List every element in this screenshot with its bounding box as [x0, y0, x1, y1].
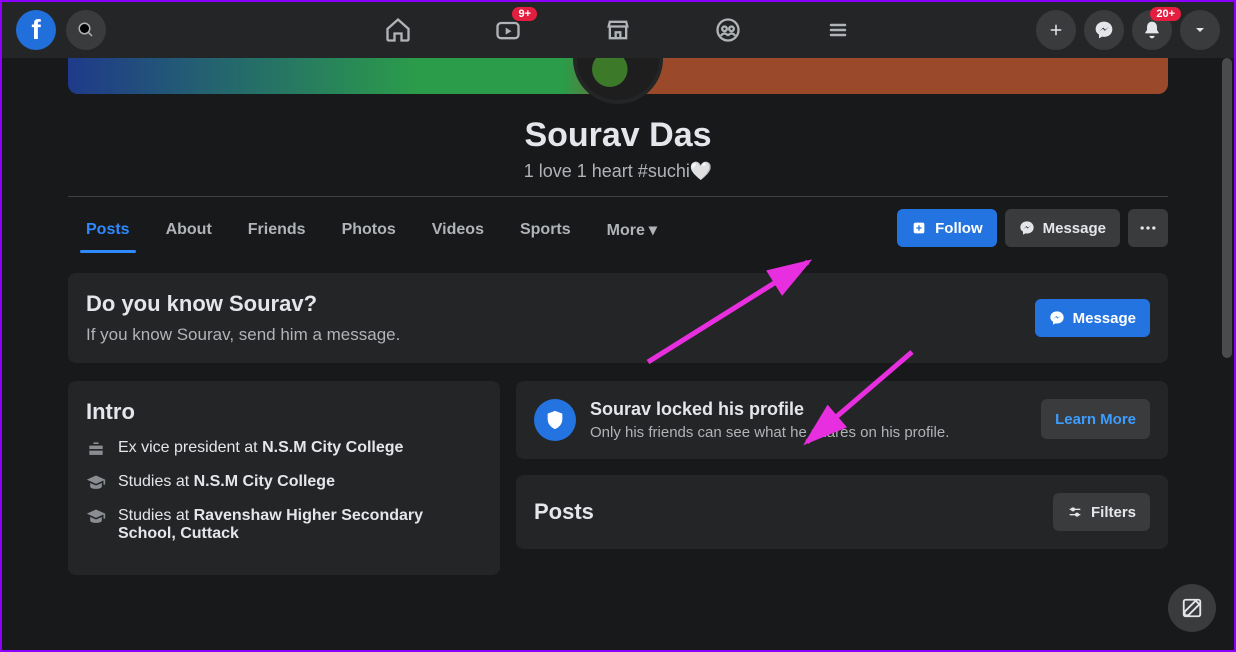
- follow-plus-icon: [911, 220, 927, 236]
- filters-button[interactable]: Filters: [1053, 493, 1150, 531]
- cover-photo[interactable]: [68, 58, 1168, 94]
- profile-picture[interactable]: [573, 58, 663, 104]
- tab-videos[interactable]: Videos: [414, 205, 502, 251]
- nav-marketplace[interactable]: [598, 10, 638, 50]
- shield-icon: [544, 409, 566, 431]
- account-dropdown[interactable]: [1180, 10, 1220, 50]
- search-icon: [77, 21, 95, 39]
- compose-icon: [1181, 597, 1203, 619]
- profile-tabs: Posts About Friends Photos Videos Sports…: [68, 197, 1168, 255]
- tab-about[interactable]: About: [148, 205, 230, 251]
- intro-card: Intro Ex vice president at N.S.M City Co…: [68, 381, 500, 575]
- graduation-cap-icon: [86, 473, 106, 493]
- messenger-icon: [1094, 20, 1114, 40]
- locked-profile-card: Sourav locked his profile Only his frien…: [516, 381, 1168, 459]
- profile-bio: 1 love 1 heart #suchi🤍: [68, 161, 1168, 182]
- plus-icon: [1047, 21, 1065, 39]
- know-prompt-card: Do you know Sourav? If you know Sourav, …: [68, 273, 1168, 363]
- tab-posts[interactable]: Posts: [68, 205, 148, 251]
- center-nav: 9+: [378, 10, 858, 50]
- posts-header-card: Posts Filters: [516, 475, 1168, 549]
- search-button[interactable]: [66, 10, 106, 50]
- topbar: f 9+ 20+: [2, 2, 1234, 58]
- facebook-logo[interactable]: f: [16, 10, 56, 50]
- filters-icon: [1067, 504, 1083, 520]
- notifications-button[interactable]: 20+: [1132, 10, 1172, 50]
- follow-button[interactable]: Follow: [897, 209, 997, 247]
- intro-item-education-1[interactable]: Studies at N.S.M City College: [86, 473, 482, 493]
- prompt-subtitle: If you know Sourav, send him a message.: [86, 325, 400, 345]
- more-options-button[interactable]: [1128, 209, 1168, 247]
- locked-title: Sourav locked his profile: [590, 399, 949, 420]
- tab-more[interactable]: More▾: [589, 204, 675, 252]
- chevron-down-icon: ▾: [649, 222, 657, 239]
- chevron-down-icon: [1192, 22, 1208, 38]
- nav-watch[interactable]: 9+: [488, 10, 528, 50]
- profile-name: Sourav Das: [68, 116, 1168, 155]
- nav-home[interactable]: [378, 10, 418, 50]
- ellipsis-icon: [1138, 218, 1158, 238]
- nav-more-hamburger[interactable]: [818, 10, 858, 50]
- notif-badge: 20+: [1150, 7, 1181, 21]
- edit-fab[interactable]: [1168, 584, 1216, 632]
- prompt-title: Do you know Sourav?: [86, 291, 400, 317]
- profile-content: Sourav Das 1 love 1 heart #suchi🤍 Posts …: [68, 58, 1168, 575]
- intro-item-education-2[interactable]: Studies at Ravenshaw Higher Secondary Sc…: [86, 507, 482, 543]
- messenger-icon: [1019, 220, 1035, 236]
- messenger-icon: [1049, 310, 1065, 326]
- watch-badge: 9+: [512, 7, 537, 21]
- intro-title: Intro: [86, 399, 482, 425]
- briefcase-icon: [86, 439, 106, 459]
- prompt-message-button[interactable]: Message: [1035, 299, 1150, 337]
- intro-item-text: Studies at N.S.M City College: [118, 473, 335, 491]
- intro-item-text: Ex vice president at N.S.M City College: [118, 439, 403, 457]
- message-button[interactable]: Message: [1005, 209, 1120, 247]
- messenger-button[interactable]: [1084, 10, 1124, 50]
- shield-icon-wrapper: [534, 399, 576, 441]
- nav-groups[interactable]: [708, 10, 748, 50]
- graduation-cap-icon: [86, 507, 106, 527]
- scrollbar-thumb[interactable]: [1222, 58, 1232, 358]
- tab-photos[interactable]: Photos: [324, 205, 414, 251]
- locked-subtitle: Only his friends can see what he shares …: [590, 424, 949, 441]
- create-button[interactable]: [1036, 10, 1076, 50]
- intro-item-text: Studies at Ravenshaw Higher Secondary Sc…: [118, 507, 482, 543]
- action-row: Follow Message: [897, 209, 1168, 247]
- posts-title: Posts: [534, 499, 594, 525]
- learn-more-button[interactable]: Learn More: [1041, 399, 1150, 439]
- intro-item-work[interactable]: Ex vice president at N.S.M City College: [86, 439, 482, 459]
- right-nav: 20+: [1036, 10, 1220, 50]
- tab-sports[interactable]: Sports: [502, 205, 589, 251]
- bell-icon: [1142, 20, 1162, 40]
- tab-friends[interactable]: Friends: [230, 205, 324, 251]
